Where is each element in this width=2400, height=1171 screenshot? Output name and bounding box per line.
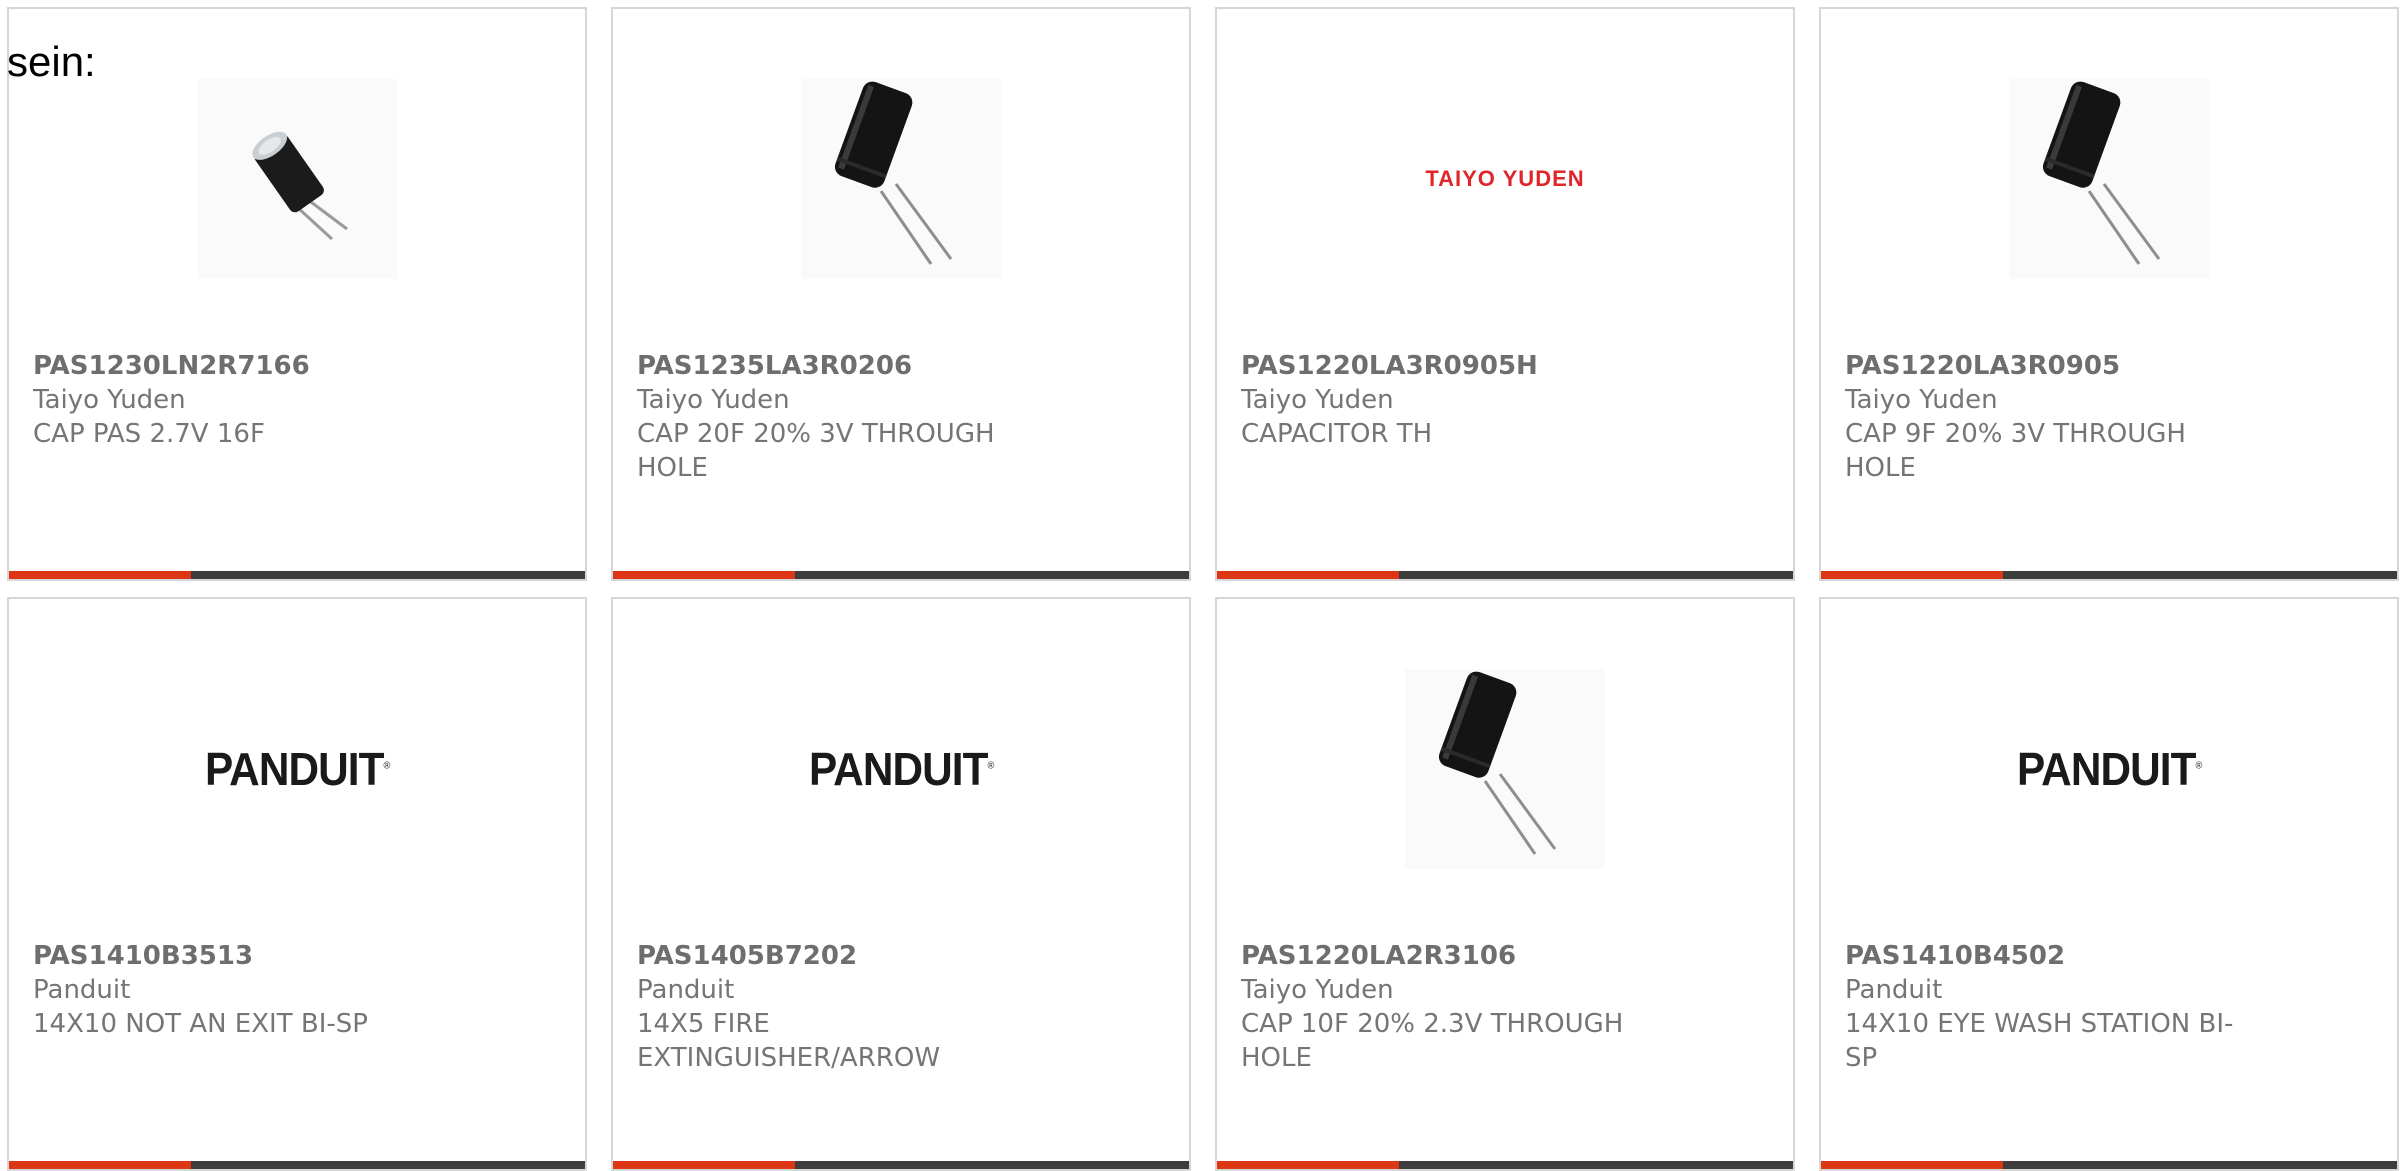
product-card[interactable]: PAS1230LN2R7166 Taiyo Yuden CAP PAS 2.7V…	[7, 7, 587, 581]
description: CAP 9F 20% 3V THROUGH HOLE	[1845, 419, 2186, 483]
manufacturer: Taiyo Yuden	[1241, 975, 1394, 1005]
part-number-link[interactable]: PAS1220LA3R0905	[1845, 349, 2265, 383]
card-bottom-bar	[1217, 1161, 1793, 1169]
product-image[interactable]: TAIYO YUDEN	[1217, 69, 1793, 289]
manufacturer: Taiyo Yuden	[1241, 385, 1394, 415]
product-card[interactable]: PANDUIT® PAS1410B3513 Panduit 14X10 NOT …	[7, 597, 587, 1171]
part-number-link[interactable]: PAS1410B4502	[1845, 939, 2265, 973]
card-bottom-bar	[1217, 571, 1793, 579]
product-info: PAS1230LN2R7166 Taiyo Yuden CAP PAS 2.7V…	[33, 349, 453, 451]
card-bottom-bar	[1821, 571, 2397, 579]
product-info: PAS1235LA3R0206 Taiyo Yuden CAP 20F 20% …	[637, 349, 1057, 485]
product-info: PAS1410B4502 Panduit 14X10 EYE WASH STAT…	[1845, 939, 2265, 1075]
product-image[interactable]: PANDUIT®	[1821, 659, 2397, 879]
product-grid: PAS1230LN2R7166 Taiyo Yuden CAP PAS 2.7V…	[7, 7, 2399, 1171]
product-card[interactable]: PAS1220LA3R0905 Taiyo Yuden CAP 9F 20% 3…	[1819, 7, 2399, 581]
card-bar-accent	[9, 1161, 191, 1169]
product-image[interactable]	[613, 69, 1189, 289]
product-info: PAS1220LA3R0905 Taiyo Yuden CAP 9F 20% 3…	[1845, 349, 2265, 485]
part-number-link[interactable]: PAS1230LN2R7166	[33, 349, 453, 383]
part-number-link[interactable]: PAS1405B7202	[637, 939, 1057, 973]
product-info: PAS1220LA2R3106 Taiyo Yuden CAP 10F 20% …	[1241, 939, 1661, 1075]
product-card[interactable]: PAS1235LA3R0206 Taiyo Yuden CAP 20F 20% …	[611, 7, 1191, 581]
product-info: PAS1220LA3R0905H Taiyo Yuden CAPACITOR T…	[1241, 349, 1661, 451]
taiyo-yuden-logo: TAIYO YUDEN	[1425, 166, 1585, 191]
description: CAP 20F 20% 3V THROUGH HOLE	[637, 419, 995, 483]
product-card[interactable]: PANDUIT® PAS1410B4502 Panduit 14X10 EYE …	[1819, 597, 2399, 1171]
product-info: PAS1405B7202 Panduit 14X5 FIRE EXTINGUIS…	[637, 939, 1057, 1075]
part-number-link[interactable]: PAS1220LA2R3106	[1241, 939, 1661, 973]
card-bottom-bar	[9, 1161, 585, 1169]
card-bar-accent	[9, 571, 191, 579]
panduit-logo-text: PANDUIT	[2016, 743, 2196, 795]
panduit-logo: PANDUIT®	[808, 743, 994, 795]
card-bar-accent	[1821, 1161, 2003, 1169]
panduit-logo: PANDUIT®	[204, 743, 390, 795]
card-bar-accent	[613, 571, 795, 579]
capacitor-icon	[801, 79, 1001, 279]
card-bottom-bar	[613, 1161, 1189, 1169]
manufacturer: Taiyo Yuden	[637, 385, 790, 415]
product-image[interactable]	[1217, 659, 1793, 879]
manufacturer: Panduit	[33, 975, 131, 1005]
manufacturer: Panduit	[1845, 975, 1943, 1005]
product-image[interactable]: PANDUIT®	[613, 659, 1189, 879]
part-number-link[interactable]: PAS1235LA3R0206	[637, 349, 1057, 383]
description: 14X10 EYE WASH STATION BI-SP	[1845, 1009, 2234, 1073]
product-image[interactable]	[1821, 69, 2397, 289]
capacitor-icon	[1405, 669, 1605, 869]
panduit-logo-text: PANDUIT	[808, 743, 988, 795]
product-image[interactable]	[9, 69, 585, 289]
description: CAP PAS 2.7V 16F	[33, 419, 265, 449]
product-info: PAS1410B3513 Panduit 14X10 NOT AN EXIT B…	[33, 939, 453, 1041]
product-card[interactable]: PAS1220LA2R3106 Taiyo Yuden CAP 10F 20% …	[1215, 597, 1795, 1171]
manufacturer: Panduit	[637, 975, 735, 1005]
product-image[interactable]: PANDUIT®	[9, 659, 585, 879]
page-heading-fragment: sein:	[7, 38, 96, 85]
description: 14X10 NOT AN EXIT BI-SP	[33, 1009, 368, 1039]
product-card[interactable]: TAIYO YUDEN PAS1220LA3R0905H Taiyo Yuden…	[1215, 7, 1795, 581]
part-number-link[interactable]: PAS1410B3513	[33, 939, 453, 973]
card-bar-accent	[1821, 571, 2003, 579]
description: 14X5 FIRE EXTINGUISHER/ARROW	[637, 1009, 941, 1073]
panduit-logo-text: PANDUIT	[204, 743, 384, 795]
description: CAP 10F 20% 2.3V THROUGH HOLE	[1241, 1009, 1624, 1073]
card-bar-accent	[613, 1161, 795, 1169]
description: CAPACITOR TH	[1241, 419, 1433, 449]
card-bottom-bar	[1821, 1161, 2397, 1169]
capacitor-icon	[197, 79, 397, 279]
panduit-logo: PANDUIT®	[2016, 743, 2202, 795]
capacitor-icon	[2009, 79, 2209, 279]
manufacturer: Taiyo Yuden	[33, 385, 186, 415]
card-bar-accent	[1217, 571, 1399, 579]
card-bottom-bar	[613, 571, 1189, 579]
part-number-link[interactable]: PAS1220LA3R0905H	[1241, 349, 1661, 383]
card-bottom-bar	[9, 571, 585, 579]
card-bar-accent	[1217, 1161, 1399, 1169]
product-card[interactable]: PANDUIT® PAS1405B7202 Panduit 14X5 FIRE …	[611, 597, 1191, 1171]
manufacturer: Taiyo Yuden	[1845, 385, 1998, 415]
